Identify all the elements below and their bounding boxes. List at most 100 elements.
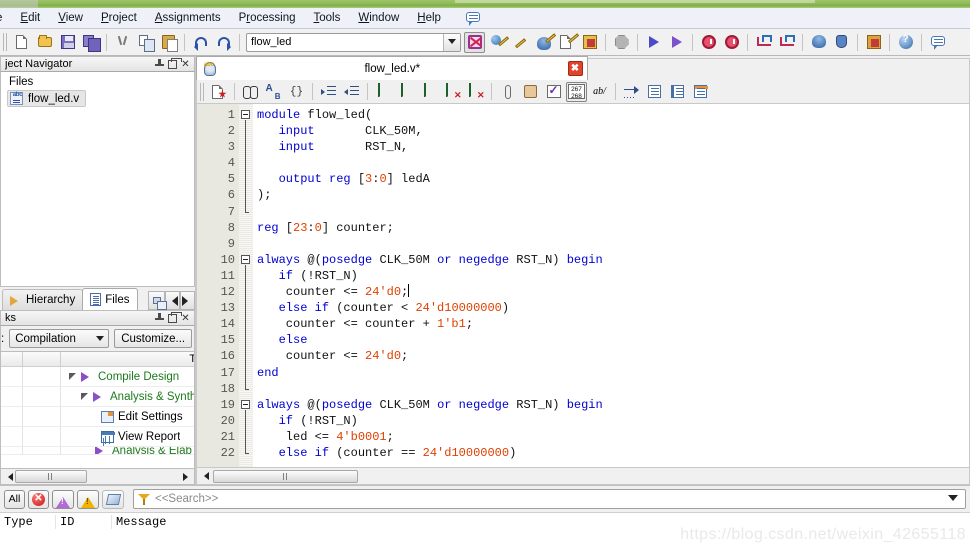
scroll-right-button[interactable] xyxy=(180,470,194,484)
code-line[interactable]: led <= 4'b0001; xyxy=(257,429,969,445)
code-line[interactable]: else if (counter < 24'd10000000) xyxy=(257,300,969,316)
menu-item-help[interactable]: Help xyxy=(408,10,450,26)
column-header-message[interactable]: Message xyxy=(112,515,170,529)
bookmark-clear-all-icon[interactable]: ✕ xyxy=(465,82,486,102)
code-line[interactable]: input CLK_50M, xyxy=(257,123,969,139)
chevron-down-icon[interactable] xyxy=(443,33,460,51)
filter-critical-warning-button[interactable] xyxy=(52,489,74,509)
scroll-thumb[interactable] xyxy=(15,470,87,483)
goto-arrow-icon[interactable]: {} xyxy=(286,82,307,102)
filter-error-button[interactable]: ✕ xyxy=(28,489,49,509)
ab-slash-icon[interactable]: ab/ xyxy=(589,82,610,102)
filter-warning-button[interactable] xyxy=(77,489,99,509)
code-line[interactable]: output reg [3:0] ledA xyxy=(257,171,969,187)
filter-all-button[interactable]: All xyxy=(4,489,25,509)
code-line[interactable] xyxy=(257,155,969,171)
table-row[interactable]: Edit Settings xyxy=(1,406,194,427)
toolbar-grip[interactable] xyxy=(3,33,7,51)
waveform-in-icon[interactable] xyxy=(753,32,774,53)
customize-button[interactable]: Customize... xyxy=(114,329,193,348)
code-line[interactable]: counter <= counter + 1'b1; xyxy=(257,316,969,332)
fold-toggle-icon[interactable] xyxy=(241,254,250,264)
chevron-down-icon[interactable] xyxy=(948,495,958,506)
redo-arrow-icon[interactable] xyxy=(213,32,234,53)
code-line[interactable]: counter <= 24'd0; xyxy=(257,348,969,364)
open-folder-icon[interactable] xyxy=(34,32,55,53)
bookmark-clear-icon[interactable]: ✕ xyxy=(442,82,463,102)
menu-item-tools[interactable]: Tools xyxy=(305,10,350,26)
column-header-id[interactable]: ID xyxy=(56,514,112,529)
scroll-left-button[interactable] xyxy=(197,469,211,483)
chip-x-icon[interactable] xyxy=(464,31,485,53)
code-line[interactable]: reg [23:0] counter; xyxy=(257,220,969,236)
window-select-icon[interactable] xyxy=(148,291,167,310)
code-line[interactable]: always @(posedge CLK_50M or negedge RST_… xyxy=(257,397,969,413)
menu-item-edit[interactable]: Edit xyxy=(11,10,49,26)
tab-hierarchy[interactable]: Hierarchy xyxy=(2,289,84,310)
page-header-icon[interactable] xyxy=(690,82,711,102)
message-balloon-icon[interactable] xyxy=(927,32,948,53)
pin-icon[interactable] xyxy=(153,312,166,325)
editor-toolbar-grip[interactable] xyxy=(200,82,204,101)
menu-item-window[interactable]: Window xyxy=(349,10,408,26)
check-document-icon[interactable] xyxy=(543,82,564,102)
new-document-icon[interactable] xyxy=(11,32,32,53)
save-floppy-icon[interactable] xyxy=(57,32,78,53)
expander-icon[interactable] xyxy=(81,392,90,401)
code-text[interactable]: module flow_led( input CLK_50M, input RS… xyxy=(253,104,969,467)
code-line[interactable]: counter <= 24'd0; xyxy=(257,284,969,300)
stopwatch-2-icon[interactable] xyxy=(721,32,742,53)
binoculars-icon[interactable] xyxy=(240,82,261,102)
code-line[interactable]: if (!RST_N) xyxy=(257,413,969,429)
code-line[interactable] xyxy=(257,236,969,252)
settings-pencil-icon[interactable] xyxy=(533,32,556,53)
table-row[interactable]: Compile Design xyxy=(1,366,194,387)
fold-toggle-icon[interactable] xyxy=(241,399,250,409)
code-line[interactable] xyxy=(257,381,969,397)
code-line[interactable]: module flow_led( xyxy=(257,107,969,123)
insert-template-icon[interactable]: ★ xyxy=(208,82,229,102)
editor-horizontal-scrollbar[interactable] xyxy=(196,468,970,485)
fold-toggle-icon[interactable] xyxy=(241,110,250,119)
bookmark-prev-icon[interactable] xyxy=(419,82,440,102)
replace-az-icon[interactable] xyxy=(263,82,284,102)
menu-item-file[interactable]: e xyxy=(0,10,11,26)
scroll-thumb[interactable] xyxy=(213,469,358,483)
code-fold-column[interactable] xyxy=(239,104,253,467)
programmer-icon[interactable] xyxy=(863,32,884,53)
bookmark-next-icon[interactable] xyxy=(396,82,417,102)
indent-decrease-icon[interactable] xyxy=(341,82,362,102)
paste-icon[interactable] xyxy=(158,32,179,53)
table-row[interactable]: View Report xyxy=(1,426,194,447)
editor-tab-flow-led[interactable]: flow_led.v* ✖ xyxy=(196,56,588,80)
compiler-pencil-icon[interactable] xyxy=(556,32,579,53)
code-line[interactable]: ); xyxy=(257,187,969,203)
restore-icon[interactable] xyxy=(166,57,182,71)
pencil-icon[interactable] xyxy=(510,32,531,53)
menu-item-assignments[interactable]: Assignments xyxy=(146,10,230,26)
indent-increase-icon[interactable] xyxy=(318,82,339,102)
menu-item-view[interactable]: View xyxy=(49,10,92,26)
project-combo[interactable]: flow_led xyxy=(246,32,461,52)
filter-info-button[interactable] xyxy=(102,489,124,509)
code-editor[interactable]: 1 2 3 4 5 6 7 8 9 10 11 12 13 14 15 16 17 18 19 20 21 22 modu… xyxy=(196,104,970,468)
waveform-out-icon[interactable] xyxy=(776,32,797,53)
play-icon[interactable] xyxy=(643,32,664,53)
stop-sign-icon[interactable] xyxy=(611,32,632,53)
tasks-horizontal-scrollbar[interactable] xyxy=(0,469,195,485)
search-input[interactable]: <<Search>> xyxy=(155,493,948,505)
save-all-icon[interactable] xyxy=(80,32,101,53)
page-split-icon[interactable] xyxy=(667,82,688,102)
close-icon[interactable]: ✖ xyxy=(567,61,583,76)
search-box[interactable]: <<Search>> xyxy=(133,489,966,509)
help-circle-icon[interactable] xyxy=(895,32,916,53)
menu-item-processing[interactable]: Processing xyxy=(230,10,305,26)
code-line[interactable]: input RST_N, xyxy=(257,139,969,155)
code-line[interactable]: end xyxy=(257,365,969,381)
bookmark-icon[interactable] xyxy=(373,82,394,102)
pencil-ball-icon[interactable] xyxy=(487,32,509,53)
line-numbers-267-268-icon[interactable]: 267 268 xyxy=(566,81,587,102)
menu-item-project[interactable]: Project xyxy=(92,10,146,26)
hand-icon[interactable] xyxy=(831,32,852,53)
tab-scroll-right-button[interactable] xyxy=(180,291,195,310)
